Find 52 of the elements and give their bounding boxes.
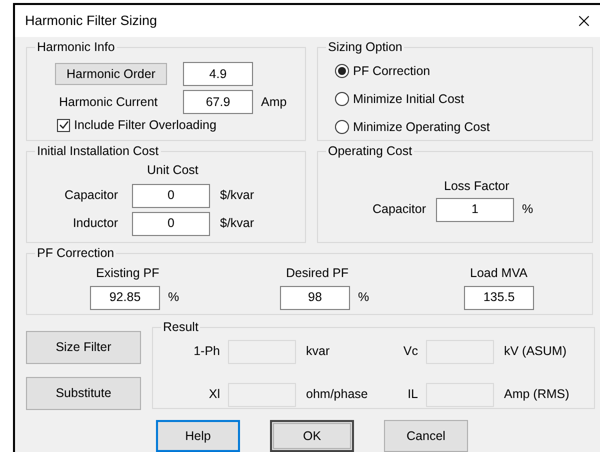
unit-label: %: [522, 201, 534, 218]
text-field[interactable]: 135.5: [464, 286, 534, 310]
button[interactable]: Substitute: [26, 377, 141, 410]
button[interactable]: OK: [270, 420, 354, 452]
text-field[interactable]: [426, 340, 494, 364]
text-field[interactable]: 0: [132, 184, 210, 208]
group-title: Sizing Option: [326, 39, 404, 55]
text-field[interactable]: [426, 382, 494, 406]
column-heading: Unit Cost: [147, 162, 198, 179]
field-label: Xl: [208, 386, 221, 404]
unit-label: $/kvar: [220, 215, 254, 232]
radio[interactable]: [335, 92, 349, 106]
field-label: Inductor: [72, 215, 119, 232]
unit-label: Amp: [261, 94, 287, 111]
button[interactable]: Cancel: [384, 420, 468, 452]
text-field[interactable]: 98: [280, 286, 350, 310]
unit-label: %: [358, 289, 370, 306]
text-field[interactable]: 0: [132, 212, 210, 236]
unit-label: Amp (RMS): [504, 386, 570, 404]
field-label: Desired PF: [286, 265, 350, 282]
text-field[interactable]: 4.9: [183, 62, 253, 86]
field-label: Capacitor: [64, 187, 119, 204]
radio-option[interactable]: Minimize Initial Cost: [335, 90, 592, 108]
button[interactable]: Help: [156, 420, 240, 452]
checkbox[interactable]: [57, 118, 70, 132]
text-field[interactable]: 92.85: [90, 286, 160, 310]
field-label: 1-Ph: [192, 343, 221, 360]
unit-label: $/kvar: [220, 187, 254, 204]
unit-label: kvar: [306, 343, 330, 360]
check-icon: [58, 120, 68, 130]
harmonic-order-button[interactable]: Harmonic Order: [55, 63, 167, 85]
radio-option[interactable]: PF Correction: [335, 62, 592, 81]
window-title: Harmonic Filter Sizing: [25, 12, 158, 30]
field-label: Capacitor: [372, 201, 427, 218]
field-label: Harmonic Current: [58, 94, 159, 111]
unit-label: %: [168, 289, 180, 306]
field-label: Existing PF: [96, 265, 160, 282]
text-field[interactable]: [228, 382, 296, 406]
unit-label: kV (ASUM): [504, 343, 566, 360]
unit-label: ohm/phase: [306, 386, 368, 404]
field-label: Load MVA: [470, 265, 528, 282]
text-field[interactable]: [228, 340, 296, 364]
text-field[interactable]: 67.9: [183, 90, 253, 114]
column-heading: Loss Factor: [444, 178, 510, 195]
field-label: Vc: [402, 343, 419, 360]
radio[interactable]: [335, 64, 349, 78]
button[interactable]: Size Filter: [26, 331, 141, 364]
radio-option[interactable]: Minimize Operating Cost: [335, 118, 592, 136]
group-title: Operating Cost: [326, 143, 414, 159]
text-field[interactable]: 1: [436, 198, 514, 222]
radio[interactable]: [335, 120, 349, 134]
overloading-checkbox[interactable]: Include Filter Overloading: [57, 116, 305, 135]
